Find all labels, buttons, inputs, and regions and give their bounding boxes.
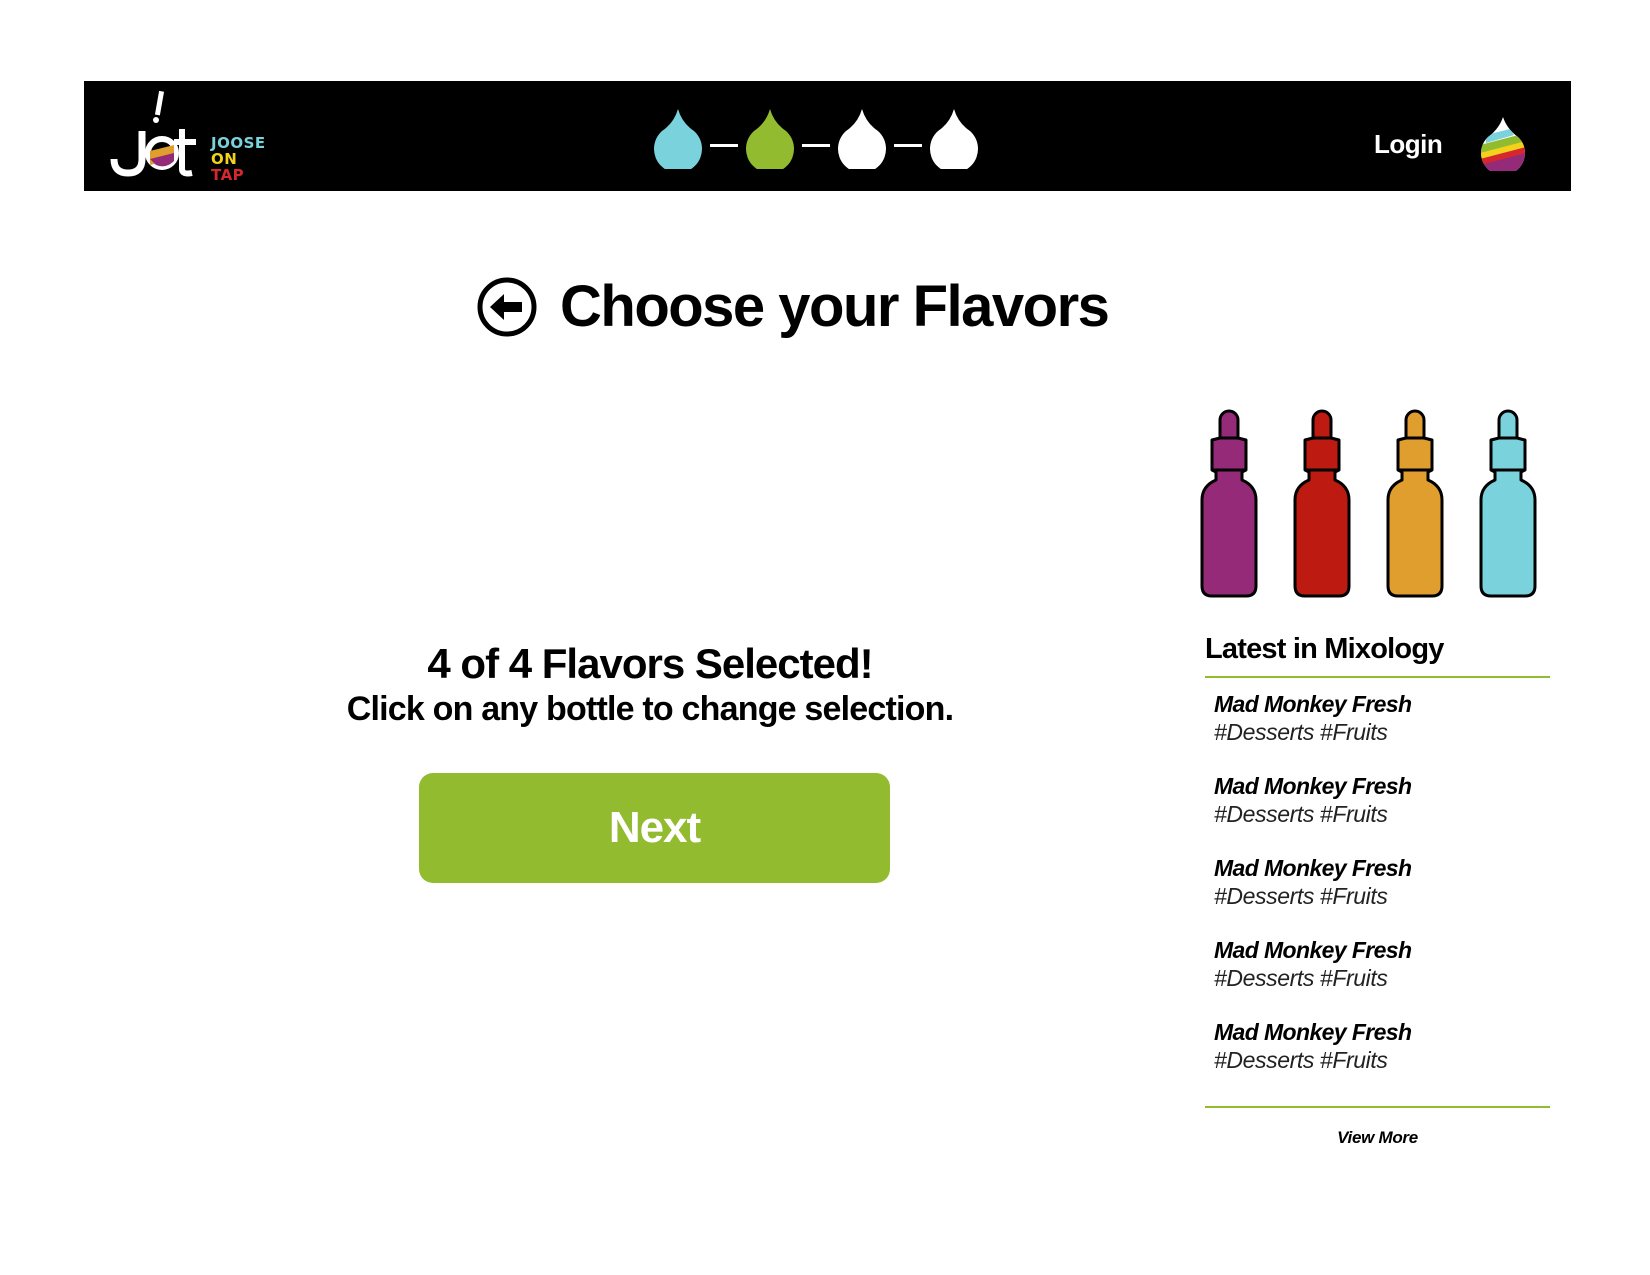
selection-status: 4 of 4 Flavors Selected! Click on any bo… bbox=[300, 640, 1000, 730]
sidebar-title: Latest in Mixology bbox=[1205, 633, 1444, 665]
logo-line-2: ON bbox=[211, 150, 238, 168]
list-item[interactable]: Mad Monkey Fresh #Desserts #Fruits bbox=[1214, 936, 1550, 1018]
list-item[interactable]: Mad Monkey Fresh #Desserts #Fruits bbox=[1214, 854, 1550, 936]
mix-tags: #Desserts #Fruits bbox=[1214, 965, 1388, 991]
step-2-drop-icon[interactable] bbox=[744, 107, 796, 169]
rainbow-drop-icon[interactable] bbox=[1480, 115, 1526, 171]
mix-tags: #Desserts #Fruits bbox=[1214, 801, 1388, 827]
tap-logo-mark bbox=[110, 90, 196, 177]
mix-name: Mad Monkey Fresh bbox=[1214, 1019, 1412, 1045]
logo-line-1: JOOSE bbox=[211, 134, 266, 152]
step-4-drop-icon[interactable] bbox=[928, 107, 980, 169]
list-item[interactable]: Mad Monkey Fresh #Desserts #Fruits bbox=[1214, 690, 1550, 772]
step-connector bbox=[894, 144, 922, 147]
logo-text: JOOSE ON TAP bbox=[211, 135, 266, 183]
next-button[interactable]: Next bbox=[419, 773, 890, 883]
bottle-2[interactable] bbox=[1291, 400, 1353, 602]
selection-count: 4 of 4 Flavors Selected! bbox=[427, 640, 873, 687]
page-title: Choose your Flavors bbox=[560, 274, 1110, 339]
divider bbox=[1205, 1106, 1550, 1108]
bottle-1[interactable] bbox=[1198, 400, 1260, 602]
step-1-drop-icon[interactable] bbox=[652, 107, 704, 169]
mix-name: Mad Monkey Fresh bbox=[1214, 855, 1412, 881]
mixology-sidebar: Latest in Mixology Mad Monkey Fresh #Des… bbox=[1205, 630, 1550, 1148]
mix-tags: #Desserts #Fruits bbox=[1214, 883, 1388, 909]
joose-on-tap-logo[interactable]: JOOSE ON TAP bbox=[106, 89, 265, 183]
step-connector bbox=[710, 144, 738, 147]
selected-bottles bbox=[1198, 400, 1539, 602]
list-item[interactable]: Mad Monkey Fresh #Desserts #Fruits bbox=[1214, 772, 1550, 854]
mixology-list: Mad Monkey Fresh #Desserts #Fruits Mad M… bbox=[1205, 678, 1550, 1100]
mix-name: Mad Monkey Fresh bbox=[1214, 691, 1412, 717]
mix-tags: #Desserts #Fruits bbox=[1214, 719, 1388, 745]
list-item[interactable]: Mad Monkey Fresh #Desserts #Fruits bbox=[1214, 1018, 1550, 1100]
bottle-4[interactable] bbox=[1477, 400, 1539, 602]
mix-tags: #Desserts #Fruits bbox=[1214, 1047, 1388, 1073]
view-more-link[interactable]: View More bbox=[1205, 1128, 1550, 1148]
login-link[interactable]: Login bbox=[1374, 129, 1443, 160]
step-connector bbox=[802, 144, 830, 147]
mix-name: Mad Monkey Fresh bbox=[1214, 937, 1412, 963]
progress-steps bbox=[652, 107, 980, 169]
selection-hint: Click on any bottle to change selection. bbox=[346, 690, 954, 728]
bottle-3[interactable] bbox=[1384, 400, 1446, 602]
back-arrow-icon[interactable] bbox=[476, 276, 538, 338]
mix-name: Mad Monkey Fresh bbox=[1214, 773, 1412, 799]
logo-line-3: TAP bbox=[211, 166, 245, 184]
step-3-drop-icon[interactable] bbox=[836, 107, 888, 169]
top-nav-bar: JOOSE ON TAP Login bbox=[84, 81, 1571, 191]
page-header: Choose your Flavors bbox=[476, 274, 1110, 339]
